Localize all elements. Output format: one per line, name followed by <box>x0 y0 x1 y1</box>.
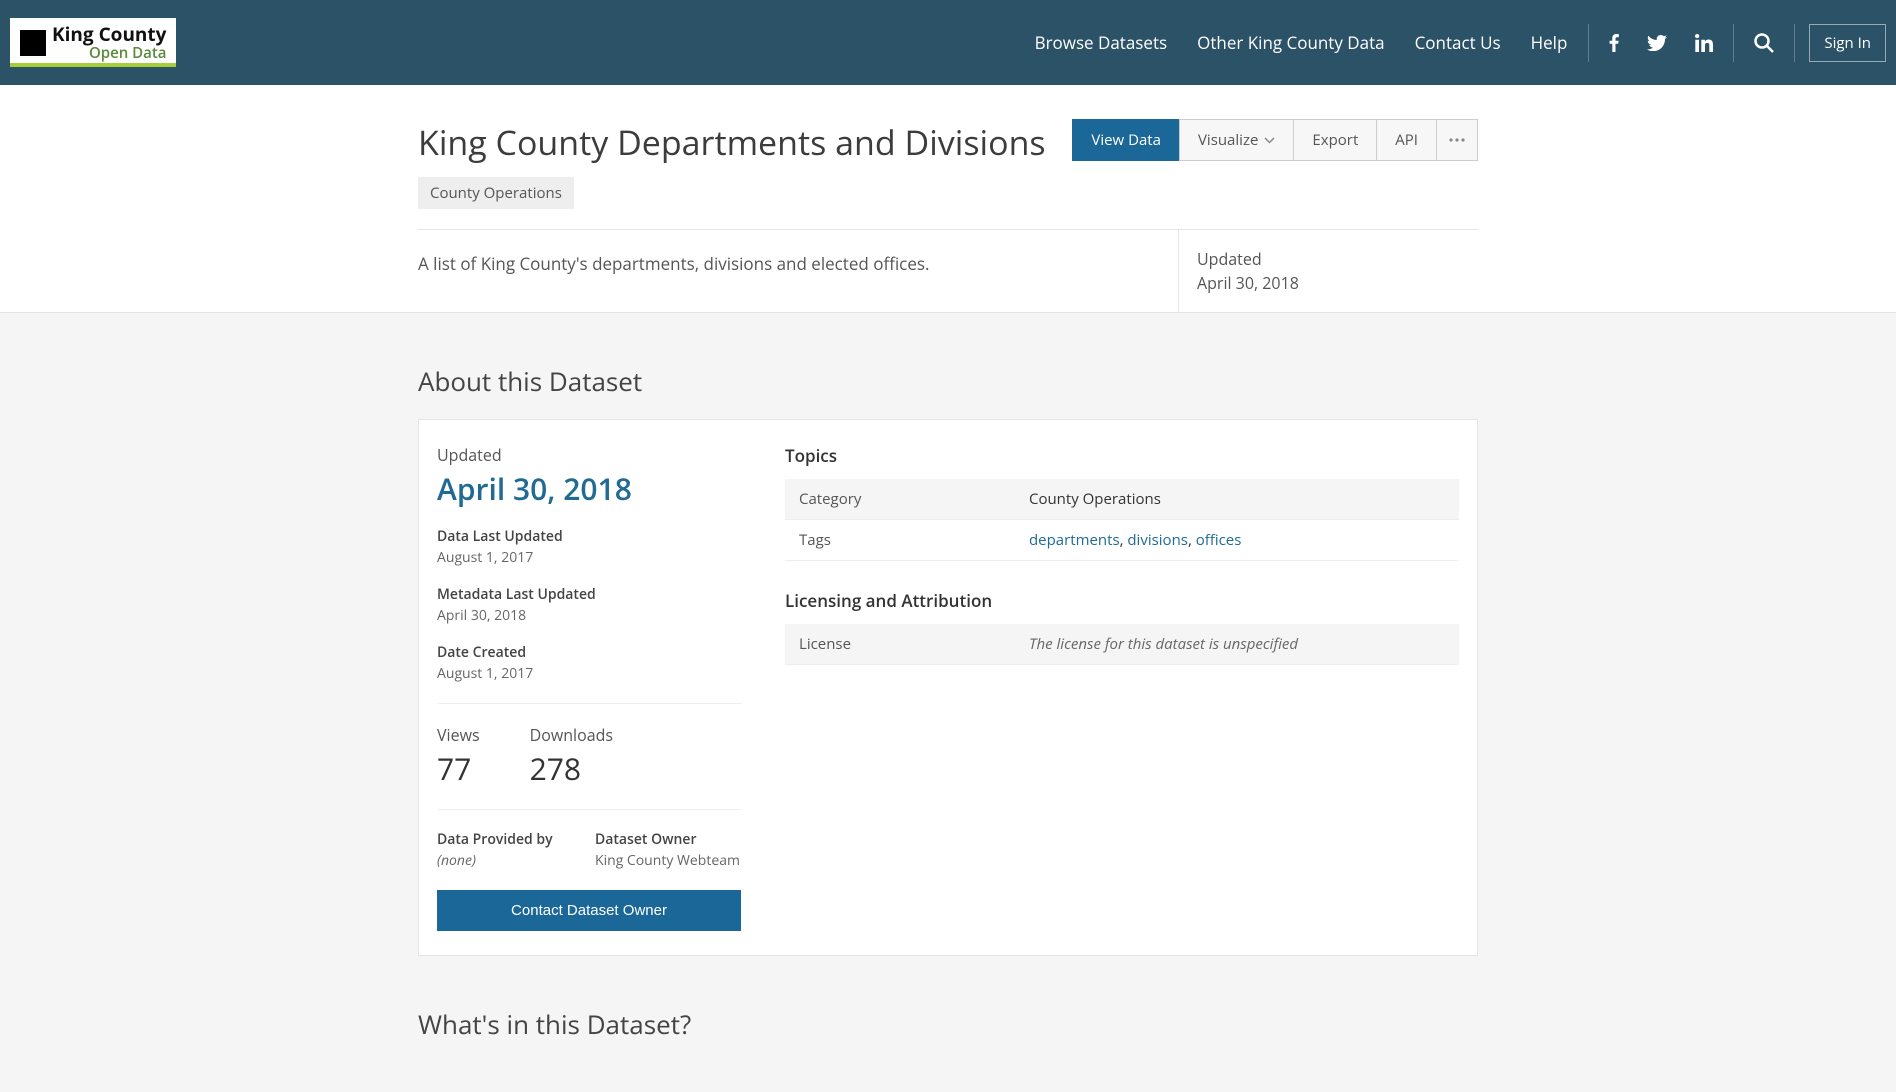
provided-by-value: (none) <box>437 851 577 870</box>
owner-value: King County Webteam <box>595 851 740 870</box>
table-row: License The license for this dataset is … <box>785 624 1459 665</box>
whats-in-heading: What's in this Dataset? <box>418 1006 1478 1042</box>
updated-value: April 30, 2018 <box>437 468 741 509</box>
tab-more[interactable] <box>1436 119 1478 161</box>
facebook-icon[interactable] <box>1595 34 1633 52</box>
updated-date: April 30, 2018 <box>1197 272 1478 294</box>
licensing-heading: Licensing and Attribution <box>785 589 1459 612</box>
provided-by-label: Data Provided by <box>437 830 577 849</box>
primary-nav: Browse Datasets Other King County Data C… <box>1020 24 1886 62</box>
updated-label: Updated <box>437 444 741 466</box>
topics-heading: Topics <box>785 444 1459 467</box>
page-title: King County Departments and Divisions <box>418 119 1046 165</box>
tab-visualize[interactable]: Visualize <box>1179 119 1294 161</box>
nav-divider <box>1588 24 1589 62</box>
contact-owner-button[interactable]: Contact Dataset Owner <box>437 890 741 931</box>
dataset-description: A list of King County's departments, div… <box>418 230 1178 312</box>
tag-link[interactable]: departments <box>1029 530 1120 550</box>
site-header: King County Open Data Browse Datasets Ot… <box>0 0 1896 85</box>
views-value: 77 <box>437 748 480 789</box>
downloads-label: Downloads <box>530 724 613 746</box>
license-value: The license for this dataset is unspecif… <box>1015 624 1459 665</box>
site-logo[interactable]: King County Open Data <box>10 18 176 67</box>
metadata-last-updated-value: April 30, 2018 <box>437 606 596 625</box>
tag-link[interactable]: divisions <box>1127 530 1188 550</box>
licensing-table: License The license for this dataset is … <box>785 624 1459 665</box>
sign-in-button[interactable]: Sign In <box>1809 24 1886 62</box>
about-card: Updated April 30, 2018 Data Last Updated… <box>418 419 1478 956</box>
nav-help[interactable]: Help <box>1516 31 1583 54</box>
action-tabs: View Data Visualize Export API <box>1073 119 1478 161</box>
tab-export[interactable]: Export <box>1293 119 1377 161</box>
table-row: Tags departments, divisions, offices <box>785 520 1459 561</box>
county-seal-icon <box>20 30 46 56</box>
linkedin-icon[interactable] <box>1681 34 1727 52</box>
tags-label: Tags <box>785 520 1015 561</box>
metadata-last-updated-label: Metadata Last Updated <box>437 585 596 604</box>
nav-contact-us[interactable]: Contact Us <box>1400 31 1516 54</box>
twitter-icon[interactable] <box>1633 35 1681 51</box>
search-icon[interactable] <box>1740 33 1788 53</box>
date-created-label: Date Created <box>437 643 577 662</box>
tag-link[interactable]: offices <box>1196 530 1242 550</box>
updated-label: Updated <box>1197 248 1478 270</box>
tags-value: departments, divisions, offices <box>1015 520 1459 561</box>
tab-api[interactable]: API <box>1376 119 1437 161</box>
category-value: County Operations <box>1015 479 1459 520</box>
license-label: License <box>785 624 1015 665</box>
more-icon <box>1449 138 1465 142</box>
nav-divider <box>1733 24 1734 62</box>
category-label: Category <box>785 479 1015 520</box>
table-row: Category County Operations <box>785 479 1459 520</box>
downloads-value: 278 <box>530 748 613 789</box>
nav-other-data[interactable]: Other King County Data <box>1182 31 1399 54</box>
data-last-updated-label: Data Last Updated <box>437 527 577 546</box>
nav-browse-datasets[interactable]: Browse Datasets <box>1020 31 1183 54</box>
category-chip[interactable]: County Operations <box>418 177 574 209</box>
tab-view-data[interactable]: View Data <box>1072 119 1180 161</box>
logo-line1: King County <box>52 25 166 44</box>
topics-table: Category County Operations Tags departme… <box>785 479 1459 561</box>
date-created-value: August 1, 2017 <box>437 664 577 683</box>
owner-label: Dataset Owner <box>595 830 740 849</box>
about-heading: About this Dataset <box>418 363 1478 399</box>
updated-mini: Updated April 30, 2018 <box>1178 230 1478 312</box>
chevron-down-icon <box>1264 137 1275 144</box>
nav-divider <box>1794 24 1795 62</box>
dataset-hero: King County Departments and Divisions Co… <box>0 85 1896 313</box>
views-label: Views <box>437 724 480 746</box>
data-last-updated-value: August 1, 2017 <box>437 548 577 567</box>
logo-line2: Open Data <box>52 46 166 61</box>
